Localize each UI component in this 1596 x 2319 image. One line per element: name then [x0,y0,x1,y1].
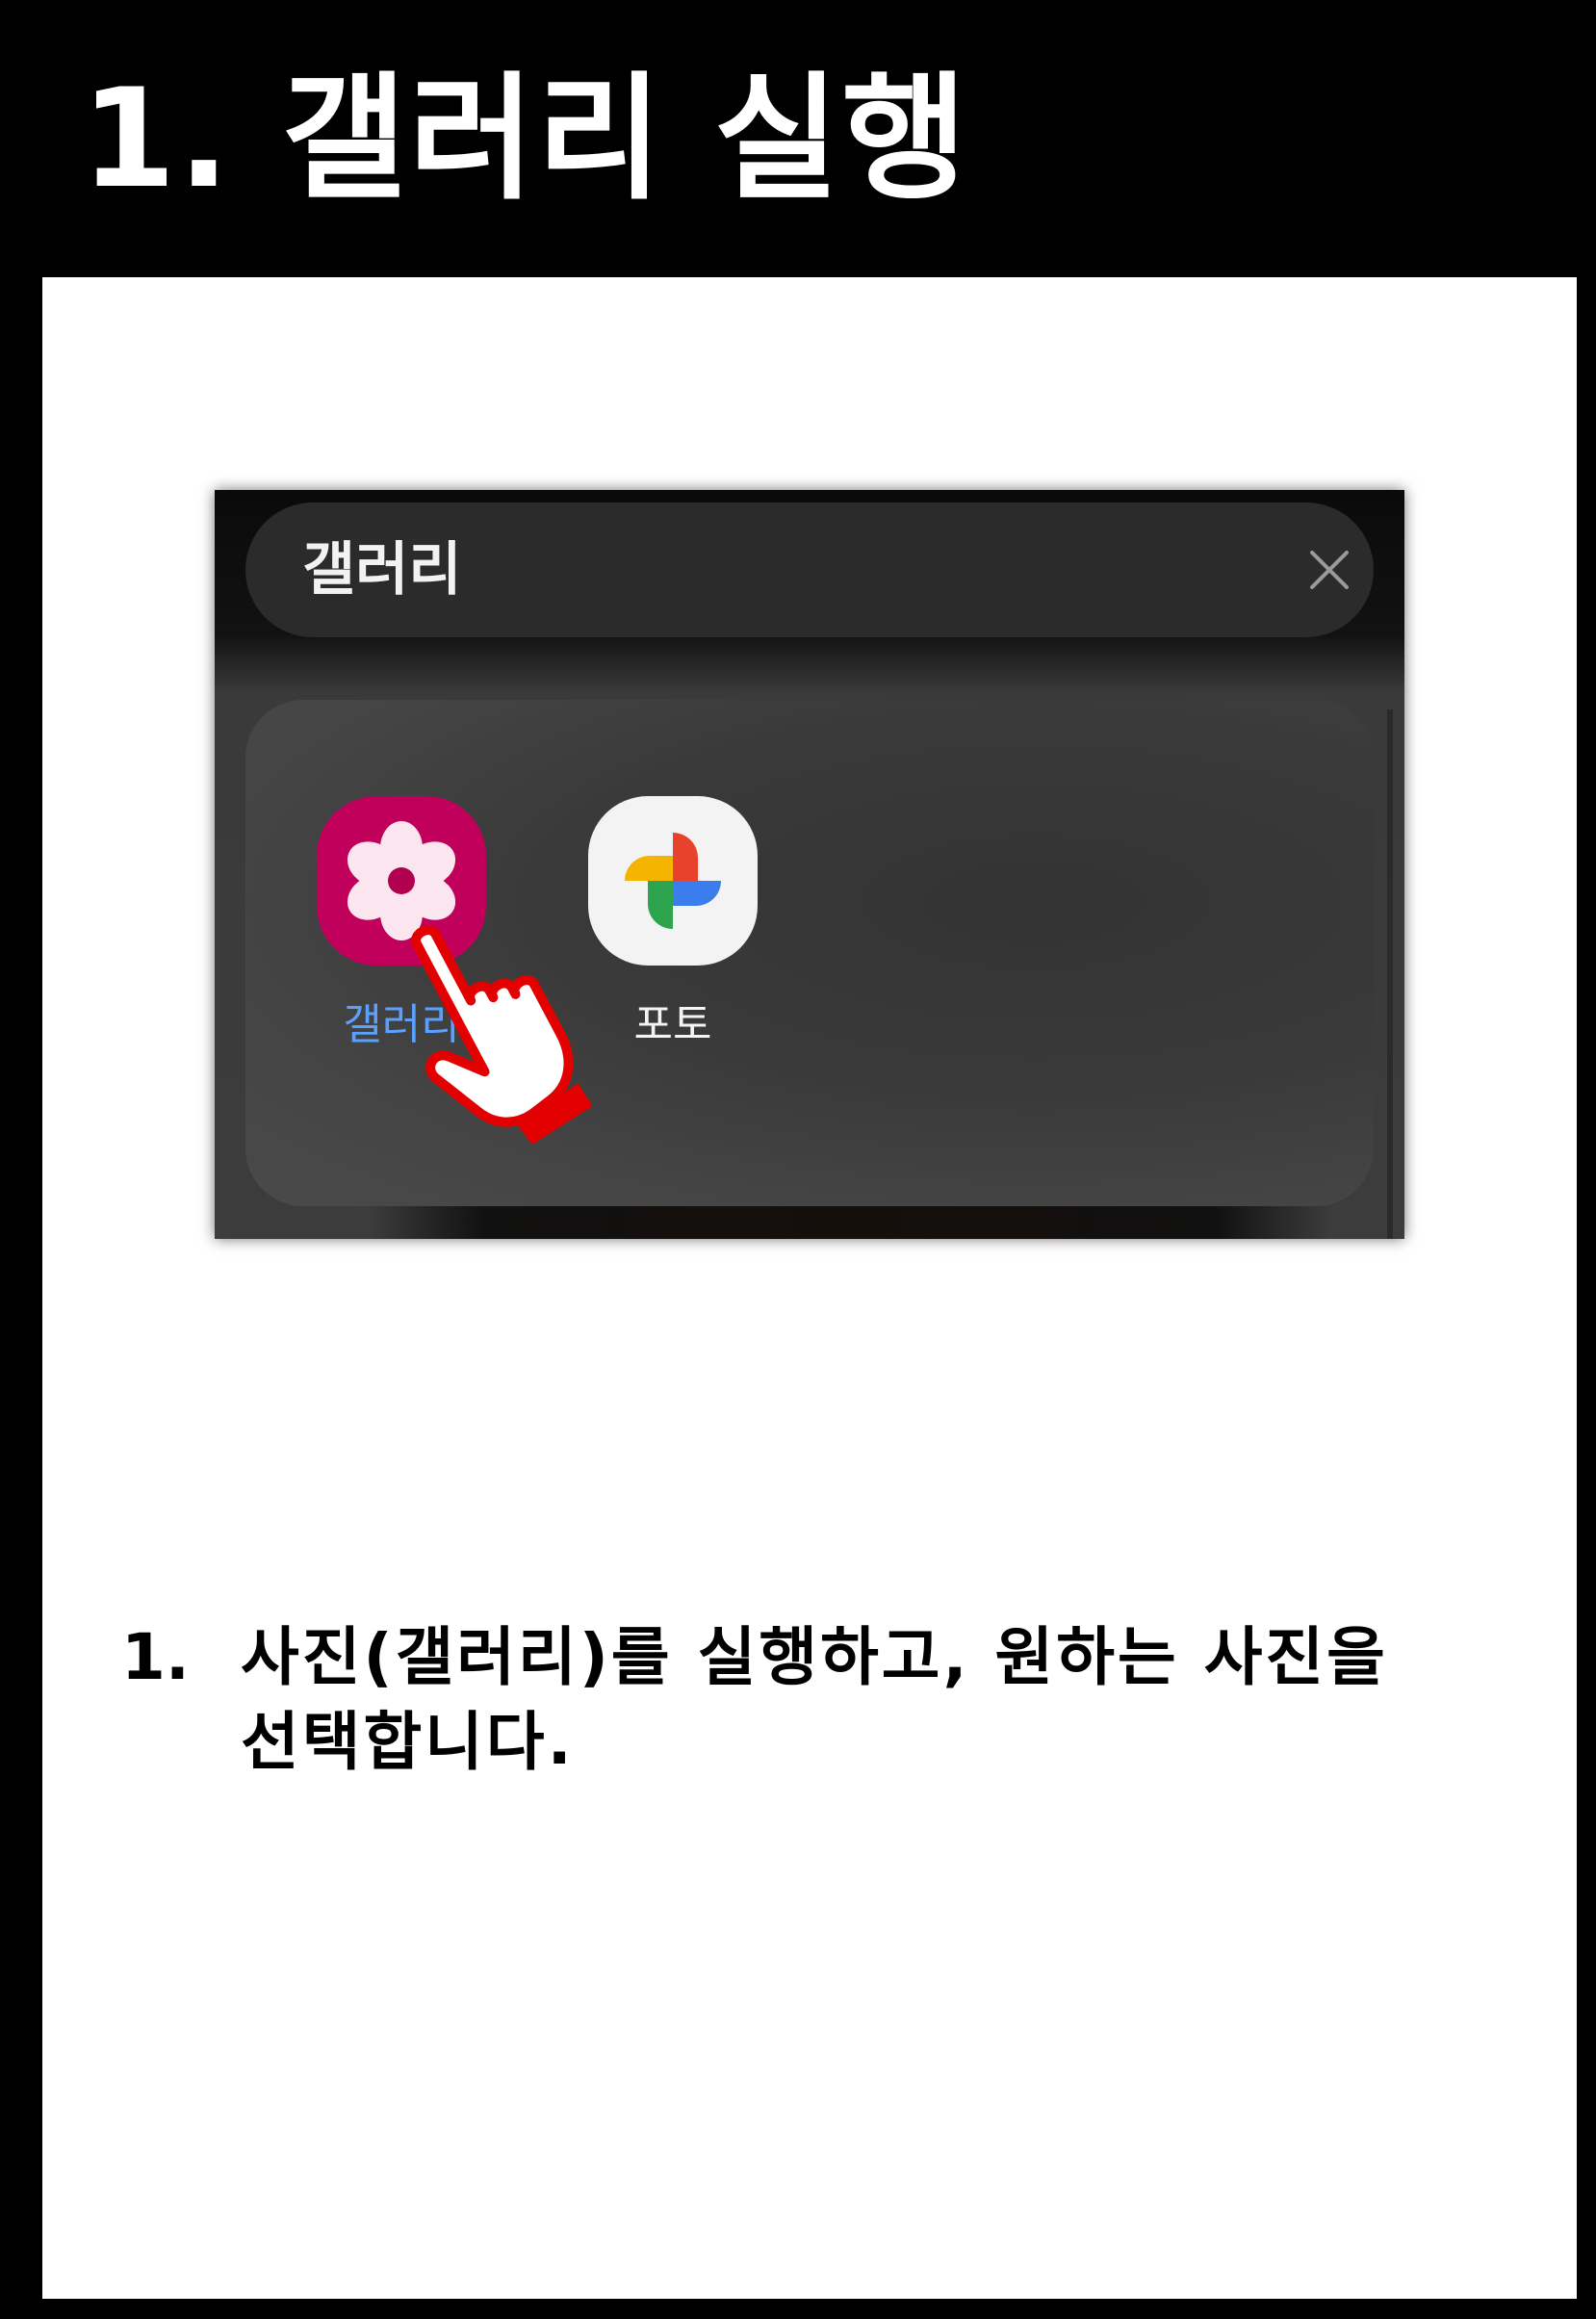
google-photos-pinwheel-icon [588,796,758,966]
content-panel: 갤러리 갤러리 포토 1. 사진(갤러리)를 실행하고, 원하는 사진을 선택합… [42,277,1577,2299]
close-icon[interactable] [1306,547,1352,593]
gallery-flower-icon [317,796,486,966]
app-label-photos: 포토 [633,1000,712,1049]
page: 1. 갤러리 실행 갤러리 갤러리 포토 1. 사진(갤러리)를 실행하고, 원… [0,0,1596,2319]
app-label-gallery: 갤러리 [343,1000,460,1049]
bottom-edge [369,1206,1331,1239]
page-title: 1. 갤러리 실행 [81,60,969,219]
search-input[interactable]: 갤러리 [302,529,462,610]
header-bar: 1. 갤러리 실행 [0,0,1596,277]
scrollbar[interactable] [1387,709,1393,1239]
app-photos[interactable]: 포토 [586,796,759,1056]
instruction-number: 1. [121,1620,190,1694]
search-bar[interactable]: 갤러리 [245,502,1374,637]
app-search-screenshot: 갤러리 갤러리 포토 [215,490,1404,1239]
instruction-text: 사진(갤러리)를 실행하고, 원하는 사진을 선택합니다. [241,1620,1388,1779]
app-gallery[interactable]: 갤러리 [315,796,488,1056]
